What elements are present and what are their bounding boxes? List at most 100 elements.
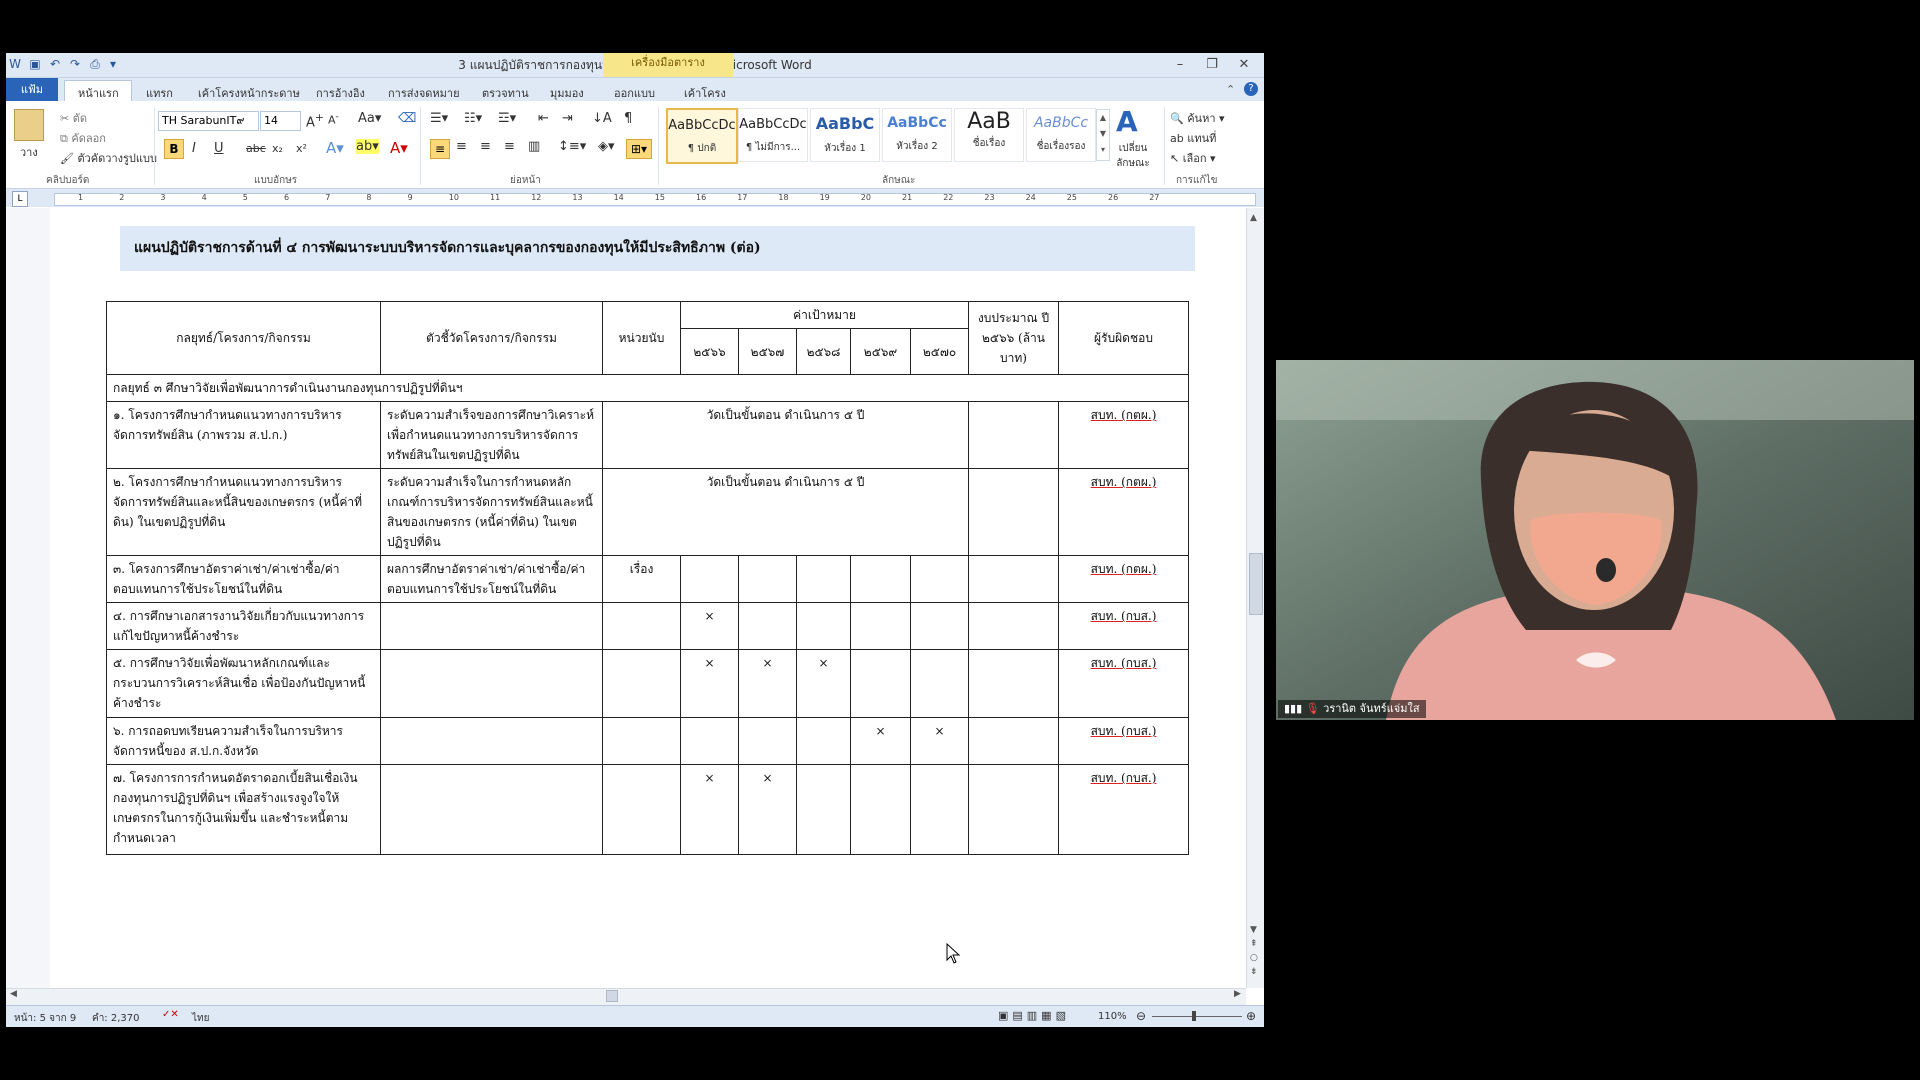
highlight-icon[interactable]: ab▾: [356, 139, 379, 154]
tab-review[interactable]: ตรวจทาน: [482, 84, 529, 102]
target-mark: [910, 602, 969, 650]
target-text-cell: วัดเป็นขั้นตอน ดำเนินการ ๕ ปี: [602, 468, 969, 556]
underline-button[interactable]: U: [214, 141, 224, 156]
shrink-font-icon[interactable]: A-: [328, 111, 339, 127]
clear-formatting-icon[interactable]: ⌫: [398, 111, 416, 126]
show-marks-icon[interactable]: ¶: [624, 111, 632, 126]
target-text-cell: วัดเป็นขั้นตอน ดำเนินการ ๕ ปี: [602, 401, 969, 469]
style-normal[interactable]: AaBbCcDc ¶ ปกติ: [666, 108, 738, 164]
tab-file[interactable]: แฟ้ม: [6, 78, 58, 101]
participant-video[interactable]: [1276, 360, 1914, 720]
close-icon[interactable]: ✕: [1230, 55, 1258, 75]
change-styles-button[interactable]: เปลี่ยน ลักษณะ: [1110, 141, 1156, 171]
line-spacing-icon[interactable]: ↕≡▾: [558, 139, 586, 154]
unit-cell: [602, 602, 681, 650]
cut-button[interactable]: ✂ ตัด: [60, 109, 87, 127]
styles-group-label: ลักษณะ: [882, 175, 916, 186]
indicator-cell: [380, 649, 603, 718]
tab-design[interactable]: ออกแบบ: [614, 84, 655, 102]
find-button[interactable]: 🔍 ค้นหา ▾: [1170, 109, 1225, 127]
tab-home[interactable]: หน้าแรก: [78, 84, 119, 102]
paste-button[interactable]: วาง: [20, 143, 38, 161]
subscript-button[interactable]: x₂: [272, 142, 283, 155]
scroll-up-icon[interactable]: ▲: [1250, 213, 1257, 223]
tab-page-layout[interactable]: เค้าโครงหน้ากระดาษ: [198, 84, 300, 102]
align-left-icon[interactable]: ≡: [430, 139, 450, 159]
help-icon[interactable]: ?: [1244, 82, 1258, 96]
style-no-spacing[interactable]: AaBbCcDc ¶ ไม่มีการ...: [738, 108, 808, 162]
grow-font-icon[interactable]: A+: [306, 111, 324, 130]
zoom-slider[interactable]: [1152, 1016, 1242, 1017]
target-mark: [910, 764, 969, 855]
change-case-icon[interactable]: Aa▾: [358, 111, 381, 126]
style-heading-2[interactable]: AaBbCc หัวเรื่อง 2: [882, 108, 952, 162]
header-year: ๒๕๖๗: [738, 328, 797, 375]
bold-button[interactable]: B: [164, 139, 184, 159]
target-mark: ×: [680, 602, 739, 650]
copy-button[interactable]: ⧉ คัดลอก: [60, 129, 106, 147]
replace-button[interactable]: ab แทนที่: [1170, 129, 1216, 147]
restore-icon[interactable]: ❐: [1198, 55, 1226, 75]
tab-references[interactable]: การอ้างอิง: [316, 84, 365, 102]
align-center-icon[interactable]: ≡: [456, 139, 467, 154]
indicator-cell: [380, 717, 603, 765]
select-button[interactable]: ↖ เลือก ▾: [1170, 149, 1216, 167]
bullets-icon[interactable]: ☰▾: [430, 111, 448, 126]
italic-button[interactable]: I: [192, 141, 196, 156]
table-row: ๒. โครงการศึกษากำหนดแนวทางการบริหารจัดกา…: [106, 468, 1189, 556]
decrease-indent-icon[interactable]: ⇤: [538, 111, 549, 126]
change-styles-icon[interactable]: A: [1116, 105, 1138, 138]
language[interactable]: ไทย: [192, 1011, 209, 1026]
distributed-icon[interactable]: ▥: [528, 139, 540, 154]
borders-icon[interactable]: ⊞▾: [626, 139, 652, 159]
zoom-slider-thumb[interactable]: [1192, 1011, 1196, 1021]
superscript-button[interactable]: x²: [296, 142, 307, 155]
owner-cell: สบท. (กบส.): [1058, 717, 1189, 765]
header-year: ๒๕๖๙: [850, 328, 911, 375]
browse-object-icons[interactable]: ▼ ⇞ ○ ⇟: [1250, 923, 1258, 979]
table-row: ๑. โครงการศึกษากำหนดแนวทางการบริหารจัดกา…: [106, 401, 1189, 469]
zoom-out-icon[interactable]: ⊖: [1136, 1009, 1146, 1023]
font-color-icon[interactable]: A▾: [390, 139, 408, 157]
strikethrough-button[interactable]: abc: [246, 142, 266, 155]
view-buttons[interactable]: ▣▤▥▦▧: [998, 1009, 1070, 1022]
style-heading-1[interactable]: AaBbC หัวเรื่อง 1: [810, 108, 880, 162]
horizontal-scrollbar[interactable]: [6, 988, 1246, 1005]
tab-layout[interactable]: เค้าโครง: [684, 84, 726, 102]
font-name-select[interactable]: TH SarabunIT๙: [158, 111, 259, 131]
tab-view[interactable]: มุมมอง: [550, 84, 584, 102]
target-mark: [738, 717, 797, 765]
format-painter-button[interactable]: 🖌 ตัวคัดวางรูปแบบ: [60, 149, 157, 167]
scroll-left-icon[interactable]: ◀: [10, 989, 17, 999]
styles-scroll-icon[interactable]: ▲ ▼ ▾: [1096, 109, 1110, 161]
page-count[interactable]: หน้า: 5 จาก 9: [14, 1011, 76, 1026]
sort-icon[interactable]: ↓A: [592, 111, 612, 126]
proofing-icon[interactable]: ✓✕: [162, 1009, 179, 1020]
target-mark: ×: [910, 717, 969, 765]
style-subtitle[interactable]: AaBbCc ชื่อเรื่องรอง: [1026, 108, 1096, 162]
zoom-in-icon[interactable]: ⊕: [1246, 1009, 1256, 1023]
text-effects-icon[interactable]: A▾: [326, 139, 344, 157]
horizontal-scroll-thumb[interactable]: [606, 990, 618, 1002]
justify-icon[interactable]: ≡: [504, 139, 515, 154]
vertical-scroll-thumb[interactable]: [1249, 553, 1263, 615]
shading-icon[interactable]: ◈▾: [598, 139, 615, 154]
numbering-icon[interactable]: ☷▾: [464, 111, 482, 126]
ruler-number: 12: [531, 193, 542, 202]
ribbon-collapse-icon[interactable]: ⌃: [1226, 83, 1235, 96]
owner-cell: สบท. (กตผ.): [1058, 468, 1189, 556]
word-count[interactable]: คำ: 2,370: [92, 1011, 139, 1026]
project-cell: ๓. โครงการศึกษาอัตราค่าเช่า/ค่าเช่าซื้อ/…: [106, 555, 381, 603]
align-right-icon[interactable]: ≡: [480, 139, 491, 154]
paste-icon[interactable]: [14, 109, 44, 141]
zoom-level[interactable]: 110%: [1098, 1011, 1127, 1022]
style-title[interactable]: AaB ชื่อเรื่อง: [954, 108, 1024, 162]
minimize-icon[interactable]: –: [1166, 55, 1194, 75]
owner-cell: สบท. (กบส.): [1058, 764, 1189, 855]
font-size-select[interactable]: 14: [260, 111, 301, 131]
tab-insert[interactable]: แทรก: [146, 84, 173, 102]
tab-mailings[interactable]: การส่งจดหมาย: [388, 84, 460, 102]
scroll-right-icon[interactable]: ▶: [1234, 989, 1241, 999]
multilevel-list-icon[interactable]: ☲▾: [498, 111, 516, 126]
increase-indent-icon[interactable]: ⇥: [562, 111, 573, 126]
